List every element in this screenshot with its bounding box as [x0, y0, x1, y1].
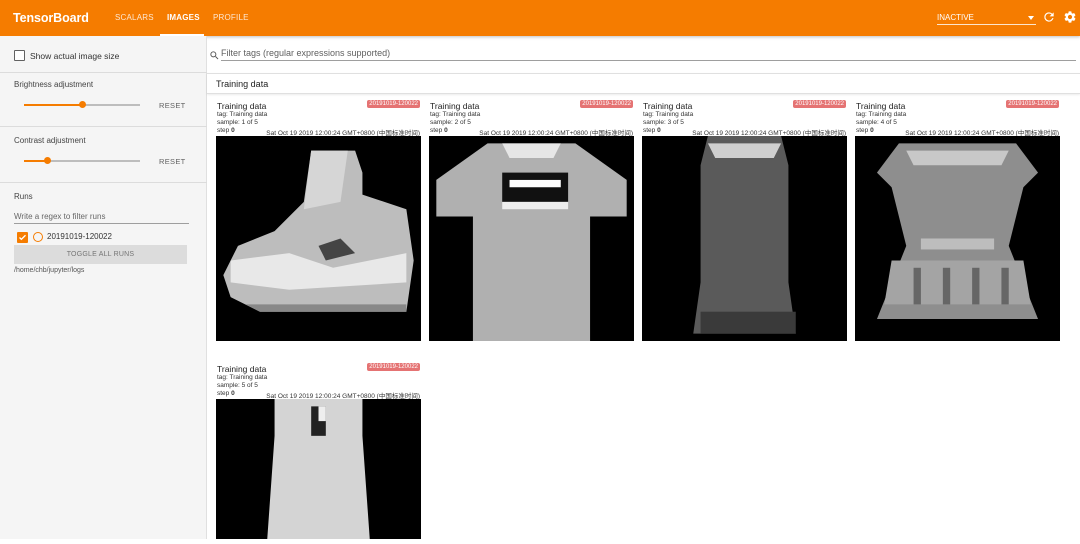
divider [0, 182, 207, 183]
card-step: step 0 [217, 127, 235, 134]
image-card: Training data 20191019-120022 tag: Train… [855, 100, 1060, 341]
toggle-all-runs-button[interactable]: TOGGLE ALL RUNS [14, 245, 187, 264]
card-tag: tag: Training data [430, 111, 481, 118]
card-sample: sample: 2 of 5 [430, 119, 471, 126]
app-brand[interactable]: TensorBoard [13, 11, 89, 25]
card-sample: sample: 5 of 5 [217, 382, 258, 389]
refresh-icon[interactable] [1042, 10, 1056, 24]
brightness-reset-button[interactable]: RESET [159, 101, 186, 110]
sample-image-dress-dark[interactable] [642, 136, 847, 341]
run-badge: 20191019-120022 [1006, 100, 1059, 108]
card-tag: tag: Training data [856, 111, 907, 118]
tag-group-header[interactable]: Training data [207, 73, 1080, 94]
image-card: Training data 20191019-120022 tag: Train… [216, 363, 421, 539]
image-card: Training data 20191019-120022 tag: Train… [429, 100, 634, 341]
card-title: Training data [856, 101, 906, 111]
logdir-path: /home/chb/jupyter/logs [14, 267, 85, 274]
divider [0, 72, 207, 73]
top-app-bar: TensorBoard SCALARS IMAGES PROFILE INACT… [0, 0, 1080, 36]
card-title: Training data [643, 101, 693, 111]
card-title: Training data [217, 364, 267, 374]
run-badge: 20191019-120022 [793, 100, 846, 108]
tab-images[interactable]: IMAGES [167, 13, 200, 22]
card-sample: sample: 4 of 5 [856, 119, 897, 126]
sample-image-t-shirt[interactable] [429, 136, 634, 341]
runs-title: Runs [14, 192, 33, 201]
card-title: Training data [217, 101, 267, 111]
card-step: step 0 [217, 390, 235, 397]
image-card: Training data 20191019-120022 tag: Train… [642, 100, 847, 341]
chevron-down-icon [1028, 16, 1034, 20]
card-sample: sample: 3 of 5 [643, 119, 684, 126]
sample-image-dress-patterned[interactable] [855, 136, 1060, 341]
contrast-reset-button[interactable]: RESET [159, 157, 186, 166]
brightness-label: Brightness adjustment [14, 80, 94, 89]
show-actual-size-label: Show actual image size [30, 51, 120, 61]
slider-fill [24, 104, 82, 106]
card-title: Training data [430, 101, 480, 111]
run-badge: 20191019-120022 [367, 363, 420, 371]
run-badge: 20191019-120022 [580, 100, 633, 108]
search-icon [209, 48, 220, 66]
image-card: Training data 20191019-120022 tag: Train… [216, 100, 421, 341]
card-tag: tag: Training data [217, 111, 268, 118]
plugin-select-value: INACTIVE [937, 13, 974, 22]
brightness-slider-thumb[interactable] [79, 101, 86, 108]
show-actual-size-checkbox[interactable] [14, 50, 25, 61]
main-content: Training data Training data 20191019-120… [207, 36, 1080, 539]
sample-image-ankle-boot[interactable] [216, 136, 421, 341]
card-tag: tag: Training data [643, 111, 694, 118]
run-filter-input[interactable] [14, 210, 189, 224]
contrast-slider-thumb[interactable] [44, 157, 51, 164]
tag-group-title: Training data [216, 79, 269, 89]
run-badge: 20191019-120022 [367, 100, 420, 108]
card-step: step 0 [430, 127, 448, 134]
check-icon [19, 234, 26, 241]
card-sample: sample: 1 of 5 [217, 119, 258, 126]
card-step: step 0 [856, 127, 874, 134]
card-step: step 0 [643, 127, 661, 134]
divider [0, 126, 207, 127]
run-name: 20191019-120022 [47, 232, 112, 241]
sidebar: Show actual image size Brightness adjust… [0, 36, 207, 539]
tag-filter-input[interactable] [221, 46, 1076, 61]
run-checkbox[interactable] [17, 232, 28, 243]
run-color-icon[interactable] [33, 232, 43, 242]
contrast-label: Contrast adjustment [14, 136, 86, 145]
plugin-select[interactable]: INACTIVE [937, 10, 1036, 25]
settings-icon[interactable] [1063, 10, 1077, 24]
tab-scalars[interactable]: SCALARS [115, 13, 154, 22]
tab-profile[interactable]: PROFILE [213, 13, 249, 22]
card-tag: tag: Training data [217, 374, 268, 381]
sample-image-dress-light[interactable] [216, 399, 421, 539]
